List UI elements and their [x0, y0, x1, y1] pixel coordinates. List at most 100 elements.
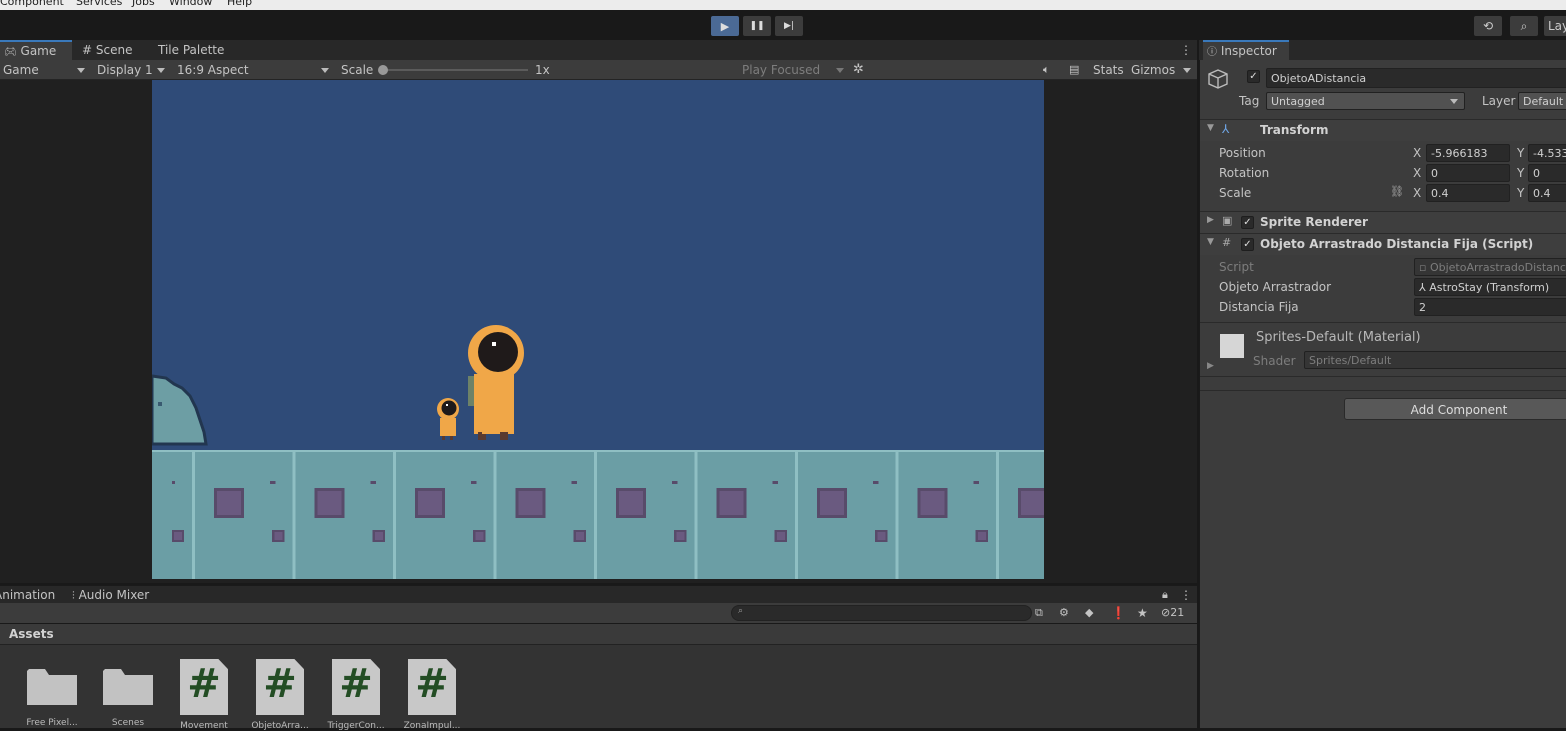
project-search-input[interactable]: ⌕: [731, 605, 1032, 621]
search-button[interactable]: ⌕: [1510, 16, 1538, 36]
favorite-star-icon[interactable]: ★: [1137, 603, 1148, 623]
menu-services[interactable]: Services: [76, 0, 122, 8]
rotation-y-field[interactable]: 0: [1528, 164, 1566, 182]
y-label: Y: [1517, 166, 1525, 180]
csharp-script-icon: #: [256, 659, 304, 715]
bug-icon[interactable]: ✲: [853, 60, 864, 80]
tab-scene[interactable]: # Scene: [78, 40, 136, 60]
assets-grid: Free Pixel... Scenes # Movement # Objeto…: [0, 645, 1197, 731]
panel-menu-icon[interactable]: ⋮: [1176, 585, 1196, 605]
ground-tile-detail: [192, 450, 195, 579]
display-label: Display 1: [97, 63, 153, 77]
position-y-field[interactable]: -4.533: [1528, 144, 1566, 162]
ground-tile-detail: [373, 481, 376, 484]
filter-icon[interactable]: ⚙︎: [1059, 603, 1069, 623]
play-focused-label: Play Focused: [742, 63, 821, 77]
chevron-down-icon: [77, 68, 85, 73]
sprite-renderer-icon: ▣: [1222, 214, 1233, 227]
play-focused-dropdown[interactable]: Play Focused: [742, 60, 846, 80]
asset-script-objetoarra[interactable]: # ObjetoArra...: [250, 659, 310, 731]
menu-jobs[interactable]: Jobs: [132, 0, 155, 8]
stats-button[interactable]: Stats: [1093, 60, 1124, 80]
tab-scene-label: Scene: [95, 43, 133, 57]
ground-tile-detail: [777, 532, 785, 540]
ground-tile-detail: [393, 450, 396, 579]
tag-dropdown[interactable]: Untagged: [1266, 92, 1465, 110]
game-viewport[interactable]: [152, 80, 1044, 579]
shader-dropdown[interactable]: Sprites/Default: [1304, 351, 1566, 369]
rotation-x-field[interactable]: 0: [1426, 164, 1510, 182]
menu-window[interactable]: Window: [169, 0, 212, 8]
menu-component[interactable]: Component: [0, 0, 64, 8]
layers-dropdown[interactable]: Lay: [1544, 16, 1566, 36]
play-button[interactable]: ▶: [711, 16, 739, 36]
ground-tile-detail: [172, 481, 175, 484]
scale-x-field[interactable]: 0.4: [1426, 184, 1510, 202]
tab-inspector[interactable]: ⓘ Inspector: [1203, 40, 1289, 60]
gamepad-icon: 🎮︎: [4, 47, 17, 58]
rotation-label: Rotation: [1219, 166, 1270, 180]
scale-slider-handle[interactable]: [378, 65, 388, 75]
breadcrumb-assets[interactable]: Assets: [9, 627, 54, 641]
label-icon[interactable]: ◆: [1085, 603, 1093, 623]
distancia-fija-field[interactable]: 2: [1414, 298, 1566, 316]
script-component-header[interactable]: ▼ # ✓ Objeto Arrastrado Distancia Fija (…: [1200, 233, 1566, 255]
history-button[interactable]: ⟲: [1474, 16, 1502, 36]
tag-value: Untagged: [1271, 95, 1325, 108]
hidden-packages-button[interactable]: ⊘21: [1161, 603, 1184, 623]
link-icon[interactable]: ⛓︎: [1390, 185, 1404, 198]
position-x-field[interactable]: -5.966183: [1426, 144, 1510, 162]
breadcrumb: Assets: [0, 624, 1197, 645]
objeto-arrastrador-field[interactable]: ⅄ AstroStay (Transform): [1414, 278, 1566, 296]
sprite-renderer-header[interactable]: ▶ ▣ ✓ Sprite Renderer: [1200, 211, 1566, 233]
gizmos-dropdown[interactable]: [1183, 60, 1193, 80]
tab-audio-mixer[interactable]: ⫶ Audio Mixer: [68, 585, 153, 605]
chevron-down-icon: [836, 68, 844, 73]
tab-animation[interactable]: Animation: [0, 585, 59, 605]
history-icon: ⟲: [1482, 19, 1494, 33]
aspect-dropdown[interactable]: 16:9 Aspect: [177, 60, 332, 80]
asset-script-movement[interactable]: # Movement: [174, 659, 234, 731]
asset-folder-scenes[interactable]: Scenes: [98, 659, 158, 728]
ground-tile-detail: [1021, 491, 1044, 515]
active-checkbox[interactable]: ✓: [1247, 70, 1260, 83]
menu-help[interactable]: Help: [227, 0, 252, 8]
layer-dropdown[interactable]: Default: [1518, 92, 1566, 110]
display-dropdown[interactable]: Display 1: [97, 60, 169, 80]
asset-folder-free-pixel[interactable]: Free Pixel...: [22, 659, 82, 728]
ground-tile-detail: [174, 532, 182, 540]
asset-label: ZonaImpul...: [403, 721, 461, 731]
add-component-button[interactable]: Add Component: [1344, 398, 1566, 420]
ground-tile-detail: [795, 450, 798, 579]
panel-menu-icon[interactable]: ⋮: [1176, 40, 1196, 60]
scale-y-field[interactable]: 0.4: [1528, 184, 1566, 202]
sprite-renderer-enabled-checkbox[interactable]: ✓: [1241, 216, 1254, 229]
search-by-type-icon[interactable]: ⧉: [1035, 603, 1043, 623]
lock-icon[interactable]: 🔒︎: [1158, 585, 1172, 605]
ground-tile-detail: [375, 532, 383, 540]
script-enabled-checkbox[interactable]: ✓: [1241, 238, 1254, 251]
material-preview: [1220, 334, 1244, 358]
asset-label: Movement: [180, 721, 228, 731]
expand-arrow-icon[interactable]: ▶: [1207, 361, 1214, 371]
mixer-icon: ⫶: [72, 589, 75, 602]
scale-slider-track[interactable]: [380, 69, 528, 71]
script-component-title: Objeto Arrastrado Distancia Fija (Script…: [1260, 237, 1534, 251]
pause-button[interactable]: ❚❚: [743, 16, 771, 36]
info-icon[interactable]: ❗: [1111, 603, 1126, 623]
keyboard-icon[interactable]: ▤: [1069, 60, 1079, 80]
gizmos-button[interactable]: Gizmos: [1131, 60, 1175, 80]
asset-script-triggercon[interactable]: # TriggerCon...: [326, 659, 386, 731]
folder-icon: [103, 669, 153, 705]
audio-mute-icon[interactable]: 🔈︎: [1043, 60, 1050, 80]
game-mode-dropdown[interactable]: Game: [3, 60, 85, 80]
tab-game[interactable]: 🎮︎ Game: [0, 40, 72, 60]
transform-header[interactable]: ▼ ⅄ Transform: [1200, 119, 1566, 141]
collapse-arrow-icon: ▼: [1207, 237, 1214, 247]
step-button[interactable]: ▶|: [775, 16, 803, 36]
object-name-field[interactable]: ObjetoADistancia: [1266, 68, 1566, 88]
material-name: Sprites-Default (Material): [1256, 330, 1421, 345]
tab-tile-palette[interactable]: Tile Palette: [154, 40, 228, 60]
divider: [1200, 322, 1566, 323]
asset-script-zonaimpul[interactable]: # ZonaImpul...: [402, 659, 462, 731]
